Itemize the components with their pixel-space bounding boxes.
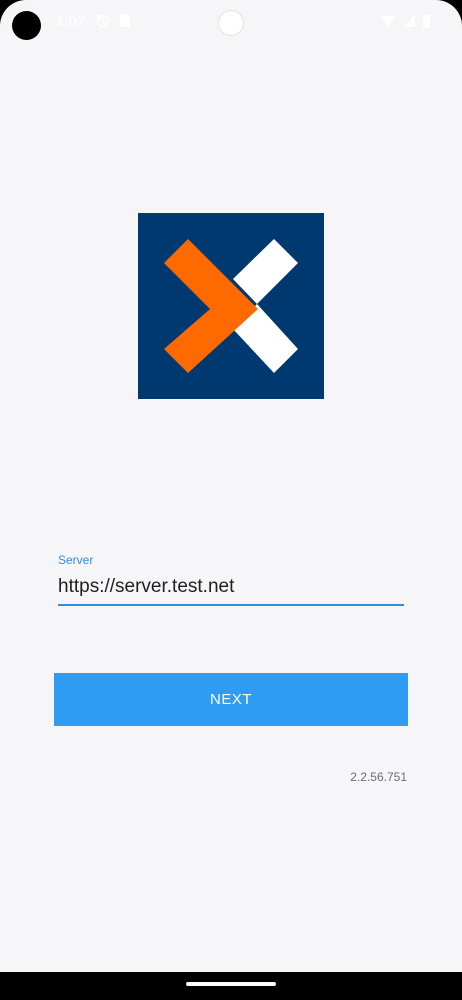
navigation-bar: [0, 972, 462, 1000]
battery-icon: [423, 14, 430, 28]
front-camera: [12, 11, 41, 40]
home-gesture-handle[interactable]: [186, 982, 276, 986]
signal-icon: [403, 15, 415, 27]
server-label: Server: [58, 553, 94, 567]
wifi-icon: [381, 15, 395, 27]
alarm-off-icon: [96, 14, 110, 30]
app-logo-mark: [164, 239, 298, 373]
system-icons: [381, 14, 430, 28]
server-input[interactable]: [58, 576, 404, 606]
status-time: 1:07: [56, 13, 86, 30]
status-bar: 1:07: [0, 0, 462, 44]
next-button[interactable]: NEXT: [54, 673, 408, 726]
camera-cutout: [218, 10, 244, 36]
app-version: 2.2.56.751: [350, 770, 407, 784]
sim-card-icon: [120, 14, 130, 29]
server-field: Server: [58, 552, 404, 606]
logo-orange-chevron: [164, 239, 258, 373]
app-logo: [138, 213, 324, 399]
login-screen: 1:07 Server NEXT 2.2.56.751: [0, 0, 462, 1000]
